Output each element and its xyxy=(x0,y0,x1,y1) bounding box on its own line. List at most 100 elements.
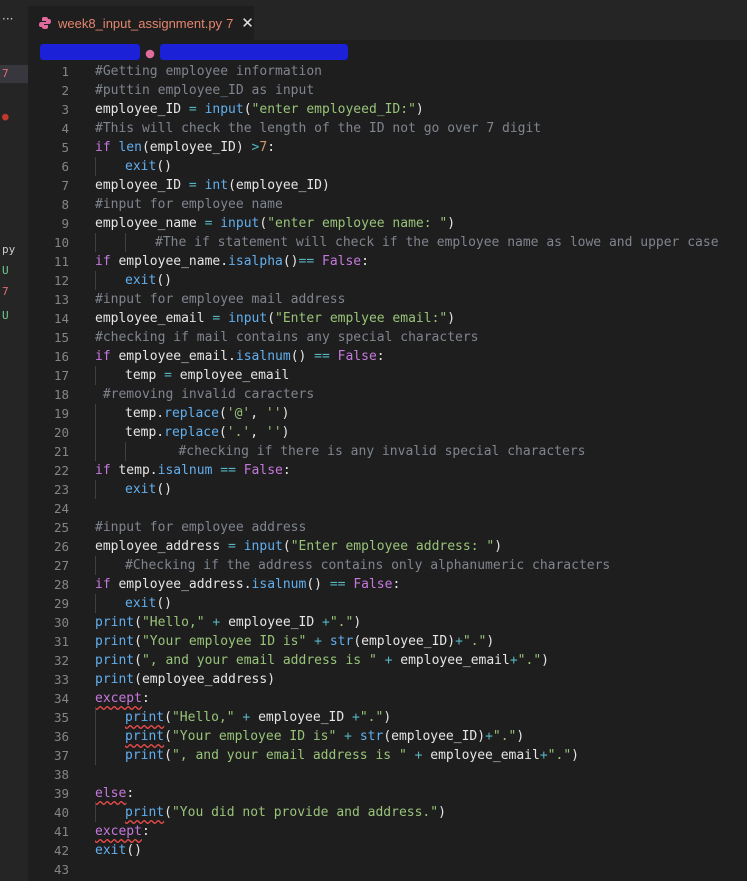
code-line[interactable]: 19 temp.replace('@', '') xyxy=(28,404,747,423)
code-token: str xyxy=(359,729,384,744)
code-token: + xyxy=(509,653,518,668)
indent-guide xyxy=(95,404,96,423)
code-line[interactable]: 43 xyxy=(28,860,747,879)
code-line[interactable]: 1 #Getting employee information xyxy=(28,62,747,81)
code-token: #The if statement will check if the empl… xyxy=(155,235,719,250)
line-number: 17 xyxy=(53,368,69,383)
code-token: if xyxy=(95,140,119,155)
code-line[interactable]: 8 #input for employee name xyxy=(28,195,747,214)
explorer-strip-item[interactable]: 7 xyxy=(0,65,28,83)
code-token: #input for employee mail address xyxy=(95,292,346,307)
code-line[interactable]: 33 print(employee_address) xyxy=(28,670,747,689)
code-line[interactable]: 5 if len(employee_ID) >7: xyxy=(28,138,747,157)
code-line[interactable]: 18 #removing invalid caracters xyxy=(28,385,747,404)
line-number: 43 xyxy=(53,862,69,877)
code-line[interactable]: 2 #puttin employee_ID as input xyxy=(28,81,747,100)
line-number: 10 xyxy=(53,235,69,250)
code-token: #input for employee name xyxy=(95,197,283,212)
explorer-strip-item[interactable]: U xyxy=(0,262,28,280)
code-line[interactable]: 11 if employee_name.isalpha()== False: xyxy=(28,252,747,271)
code-token: employee_email xyxy=(179,368,290,383)
code-line[interactable]: 39 else: xyxy=(28,784,747,803)
code-token: exit xyxy=(125,596,157,611)
code-token: : xyxy=(361,254,369,269)
code-line[interactable]: 13 #input for employee mail address xyxy=(28,290,747,309)
code-line[interactable]: 40 print("You did not provide and address… xyxy=(28,803,747,822)
code-line[interactable]: 37 print(", and your email address is " +… xyxy=(28,746,747,765)
code-line[interactable]: 16 if employee_email.isalnum() == False: xyxy=(28,347,747,366)
code-text: exit() xyxy=(125,594,172,613)
code-text: #input for employee mail address xyxy=(95,290,345,309)
code-line[interactable]: 25 #input for employee address xyxy=(28,518,747,537)
code-token: == xyxy=(329,577,354,592)
code-line[interactable]: 7 employee_ID = int(employee_ID) xyxy=(28,176,747,195)
code-text: if temp.isalnum == False: xyxy=(95,461,291,480)
code-line[interactable]: 28 if employee_address.isalnum() == False… xyxy=(28,575,747,594)
code-line[interactable]: 41 except: xyxy=(28,822,747,841)
code-line[interactable]: 22 if temp.isalnum == False: xyxy=(28,461,747,480)
tab-week8-input-assignment[interactable]: week8_input_assignment.py 7 ✕ xyxy=(28,6,254,40)
code-line[interactable]: 17 temp = employee_email xyxy=(28,366,747,385)
code-token: + xyxy=(204,615,229,630)
code-text: if employee_email.isalnum() == False: xyxy=(95,347,385,366)
explorer-strip-item[interactable]: 7 xyxy=(0,283,28,301)
indent-guide xyxy=(125,233,126,252)
breadcrumb[interactable] xyxy=(40,42,350,60)
code-line[interactable]: 12 exit() xyxy=(28,271,747,290)
code-token: "." xyxy=(359,710,384,725)
code-line[interactable]: 42 exit() xyxy=(28,841,747,860)
code-token: int xyxy=(204,178,229,193)
code-line[interactable]: 9 employee_name = input("enter employee n… xyxy=(28,214,747,233)
code-line[interactable]: 29 exit() xyxy=(28,594,747,613)
code-token: + xyxy=(485,729,493,744)
code-line[interactable]: 10 #The if statement will check if the em… xyxy=(28,233,747,252)
code-line[interactable]: 23 exit() xyxy=(28,480,747,499)
code-text: exit() xyxy=(95,841,142,860)
code-line[interactable]: 36 print("Your employee ID is" + str(empl… xyxy=(28,727,747,746)
code-token: + xyxy=(455,634,463,649)
line-number: 25 xyxy=(53,520,69,535)
code-token: = xyxy=(196,216,221,231)
code-line[interactable]: 3 employee_ID = input("enter employeed_ID… xyxy=(28,100,747,119)
code-text: exit() xyxy=(125,480,172,499)
code-token: = xyxy=(204,311,229,326)
code-line[interactable]: 27 #Checking if the address contains only… xyxy=(28,556,747,575)
code-line[interactable]: 34 except: xyxy=(28,689,747,708)
code-text: employee_address = input("Enter employee… xyxy=(95,537,502,556)
code-line[interactable]: 4 #This will check the length of the ID n… xyxy=(28,119,747,138)
code-line[interactable]: 26 employee_address = input("Enter employ… xyxy=(28,537,747,556)
code-text: if employee_address.isalnum() == False: xyxy=(95,575,400,594)
code-token: exit xyxy=(95,843,127,858)
line-number: 42 xyxy=(53,843,69,858)
code-token: : xyxy=(392,577,401,592)
code-line[interactable]: 30 print("Hello," + employee_ID +".") xyxy=(28,613,747,632)
code-token: () xyxy=(156,159,172,174)
code-line[interactable]: 20 temp.replace('.', '') xyxy=(28,423,747,442)
code-line[interactable]: 14 employee_email = input("Enter emplyee … xyxy=(28,309,747,328)
explorer-strip-item[interactable]: U xyxy=(0,307,28,325)
explorer-strip-item[interactable]: py xyxy=(0,241,28,259)
code-line[interactable]: 21 #checking if there is any invalid spe… xyxy=(28,442,747,461)
close-icon[interactable]: ✕ xyxy=(241,14,254,32)
line-number: 40 xyxy=(53,805,69,820)
code-token: str xyxy=(329,634,354,649)
line-number: 11 xyxy=(53,254,69,269)
line-number: 41 xyxy=(53,824,69,839)
code-text: temp = employee_email xyxy=(125,366,289,385)
code-line[interactable]: 38 xyxy=(28,765,747,784)
more-actions-icon[interactable]: ··· xyxy=(2,12,13,26)
code-line[interactable]: 32 print(", and your email address is " +… xyxy=(28,651,747,670)
code-editor[interactable]: 1 #Getting employee information 2 #puttin e… xyxy=(28,62,747,881)
code-line[interactable]: 24 xyxy=(28,499,747,518)
code-token: "." xyxy=(329,615,354,630)
code-line[interactable]: 6 exit() xyxy=(28,157,747,176)
code-token: except xyxy=(95,824,142,839)
explorer-strip-item[interactable]: ● xyxy=(0,108,28,126)
indent-guide xyxy=(95,556,96,575)
code-token: ( xyxy=(134,653,142,668)
code-text: employee_name = input("enter employee na… xyxy=(95,214,455,233)
code-line[interactable]: 15 #checking if mail contains any special… xyxy=(28,328,747,347)
code-line[interactable]: 31 print("Your employee ID is" + str(empl… xyxy=(28,632,747,651)
code-line[interactable]: 35 print("Hello," + employee_ID +".") xyxy=(28,708,747,727)
indent-guide xyxy=(95,727,96,746)
